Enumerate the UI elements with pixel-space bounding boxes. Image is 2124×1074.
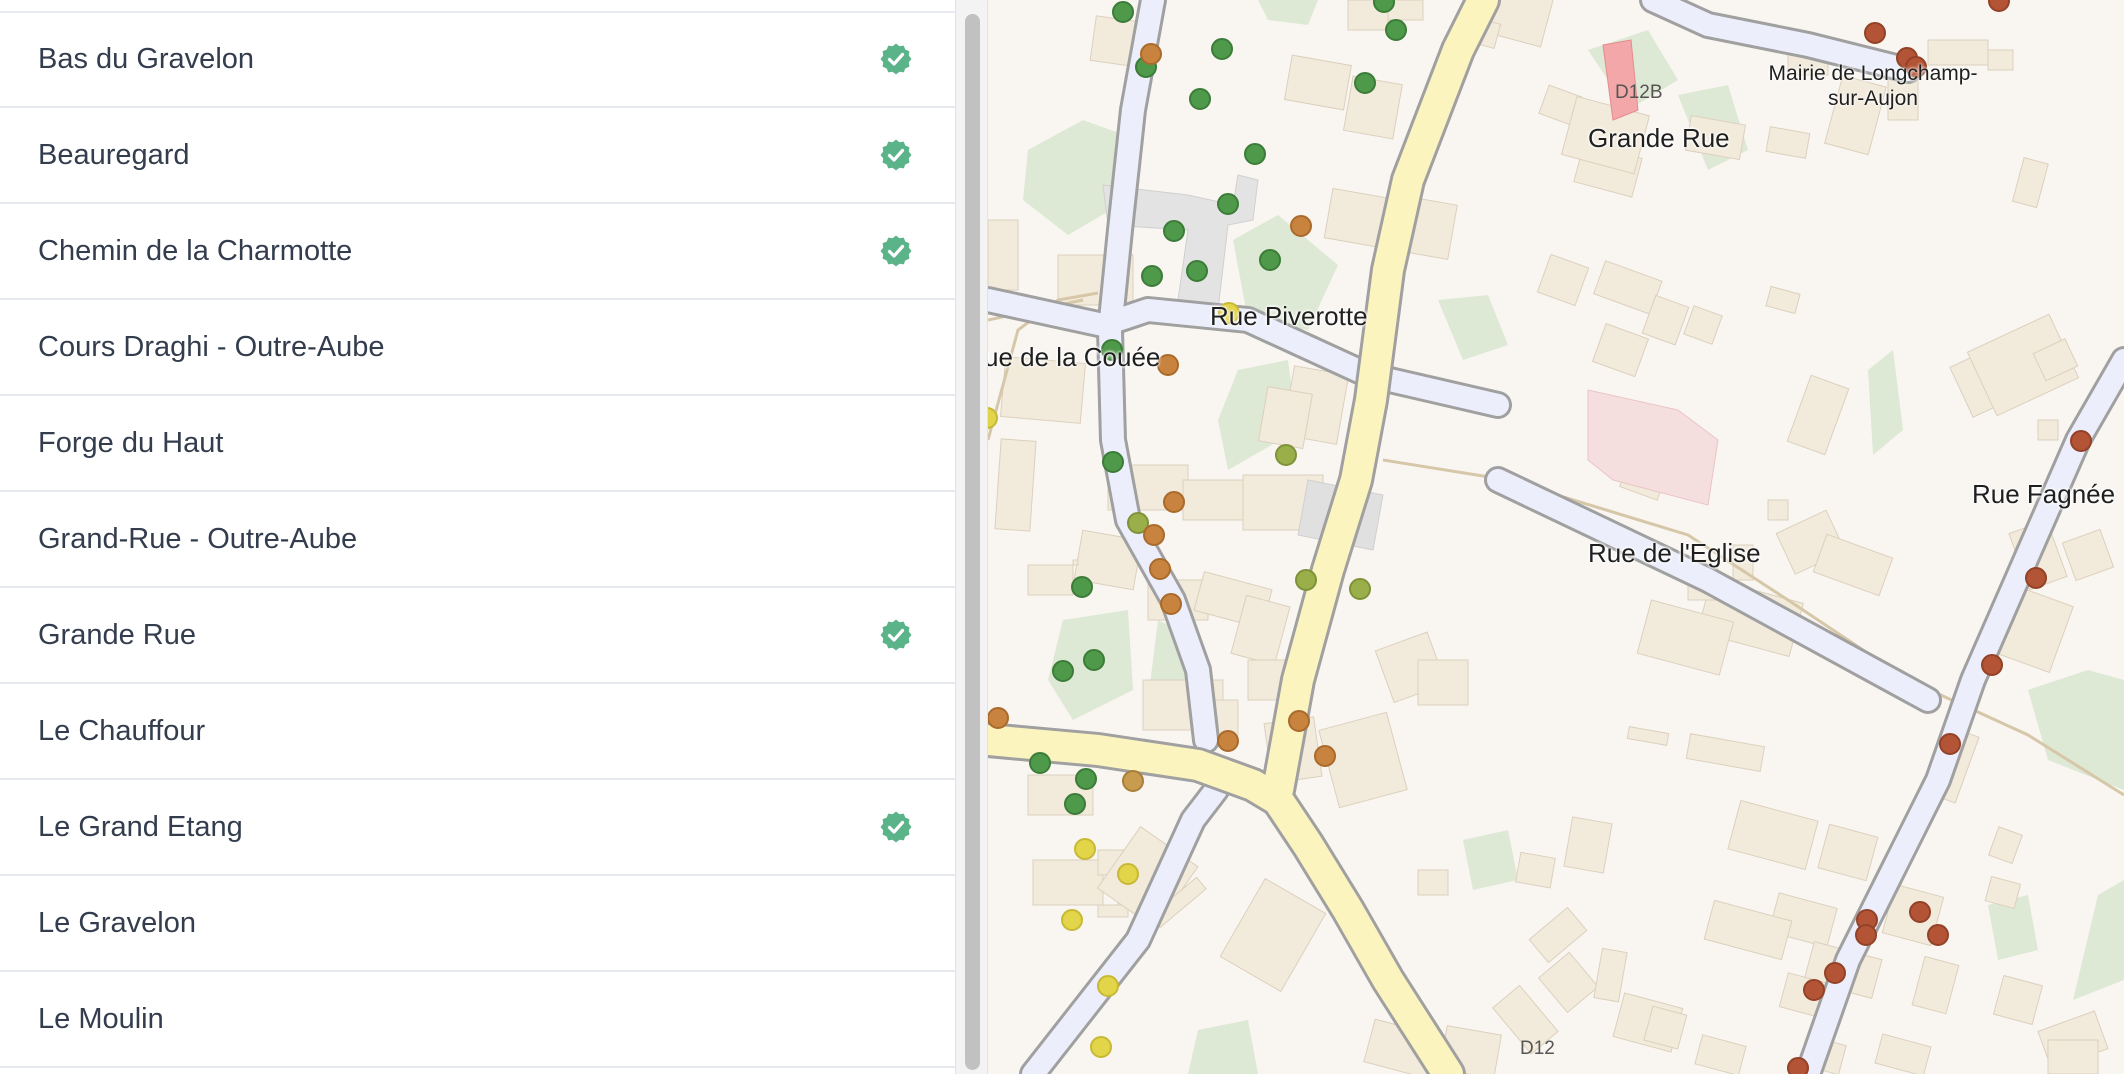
label-mairie: Mairie de Longchamp- sur-Aujon <box>1748 61 1998 111</box>
street-name: Chemin de la Charmotte <box>38 235 353 267</box>
street-list-item[interactable]: Cours Draghi - Outre-Aube <box>0 300 955 396</box>
street-name: Beauregard <box>38 139 190 171</box>
label-rue-piverotte: Rue Piverotte <box>1210 301 1368 331</box>
check-badge-icon <box>880 235 912 267</box>
label-rue-fagnee: Rue Fagnée <box>1972 479 2116 509</box>
street-name: Grand-Rue - Outre-Aube <box>38 523 358 555</box>
label-mairie-line1: Mairie de Longchamp- <box>1768 62 1978 85</box>
label-rue-couee: ue de la Couée <box>988 342 1161 372</box>
street-name: Le Grand Etang <box>38 811 243 843</box>
street-list-item[interactable]: Beauregard <box>0 108 955 204</box>
street-list-panel: Bas du Gravelon Beauregard Chemin de la Ch… <box>0 0 955 1074</box>
street-list-item[interactable]: Grand-Rue - Outre-Aube <box>0 492 955 588</box>
label-mairie-line2: sur-Aujon <box>1828 87 1918 110</box>
street-list-item[interactable]: Chemin de la Charmotte <box>0 204 955 300</box>
green-areas <box>1023 0 2124 1074</box>
map-view[interactable]: Grande Rue Rue Piverotte ue de la Couée … <box>988 0 2124 1074</box>
street-list-item[interactable]: Le Gravelon <box>0 876 955 972</box>
street-name: Bas du Gravelon <box>38 43 255 75</box>
ochre-markers <box>1122 770 1144 792</box>
street-list: Bas du Gravelon Beauregard Chemin de la Ch… <box>0 12 955 1068</box>
check-badge-icon <box>880 811 912 843</box>
street-name: Le Gravelon <box>38 907 196 939</box>
street-list-item[interactable]: Le Chauffour <box>0 684 955 780</box>
scrollbar[interactable] <box>955 0 988 1074</box>
street-name: Cours Draghi - Outre-Aube <box>38 331 385 363</box>
scrollbar-thumb[interactable] <box>965 14 980 1070</box>
street-name: Le Chauffour <box>38 715 206 747</box>
street-name: Le Moulin <box>38 1003 164 1035</box>
check-badge-icon <box>880 139 912 171</box>
street-list-item[interactable]: Forge du Haut <box>0 396 955 492</box>
label-ref-d12b: D12B <box>1615 82 1663 103</box>
street-name: Forge du Haut <box>38 427 224 459</box>
check-badge-icon <box>880 43 912 75</box>
label-grande-rue: Grande Rue <box>1588 123 1730 153</box>
label-rue-eglise: Rue de l'Eglise <box>1588 538 1761 568</box>
label-ref-d12: D12 <box>1520 1038 1555 1059</box>
street-list-item[interactable]: Le Moulin <box>0 972 955 1068</box>
street-list-item[interactable]: Grande Rue <box>0 588 955 684</box>
map-canvas[interactable] <box>988 0 2124 1074</box>
check-badge-icon <box>880 619 912 651</box>
street-list-item[interactable]: Le Grand Etang <box>0 780 955 876</box>
street-list-item[interactable]: Bas du Gravelon <box>0 12 955 108</box>
street-name: Grande Rue <box>38 619 196 651</box>
